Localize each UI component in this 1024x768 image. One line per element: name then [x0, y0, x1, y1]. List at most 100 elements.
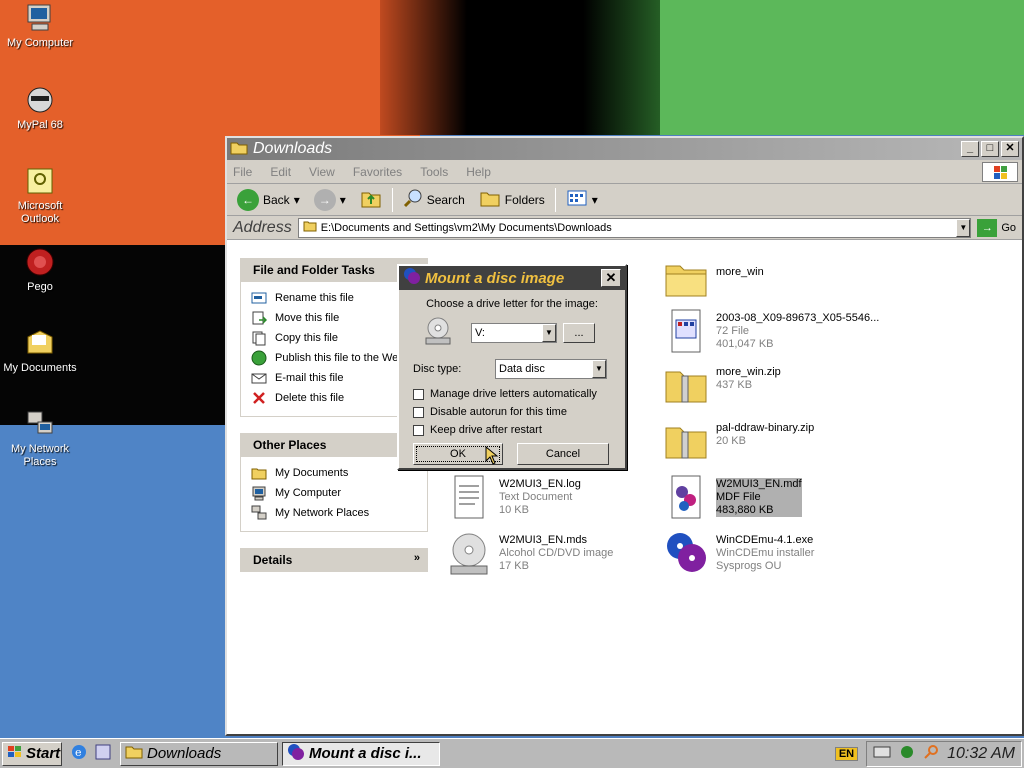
folder-icon	[230, 141, 248, 158]
back-label: Back	[263, 192, 290, 207]
start-label: Start	[26, 745, 61, 762]
menu-help[interactable]: Help	[466, 165, 491, 179]
address-field[interactable]: E:\Documents and Settings\vm2\My Documen…	[297, 217, 972, 238]
dialog-title: Mount a disc image	[425, 269, 565, 287]
file-size: 483,880 KB	[716, 504, 802, 517]
toolbar-separator	[554, 187, 556, 212]
chevron-down-icon: ▼	[592, 360, 606, 378]
menu-favorites[interactable]: Favorites	[353, 165, 402, 179]
go-button[interactable]: → Go	[977, 218, 1016, 237]
search-button[interactable]: Search	[399, 186, 469, 213]
raccoon-icon	[24, 84, 56, 116]
checkbox-box	[413, 388, 424, 400]
taskbar-item-mount-dialog[interactable]: Mount a disc i...	[282, 741, 440, 766]
menu-tools[interactable]: Tools	[420, 165, 448, 179]
start-button[interactable]: Start	[2, 741, 62, 766]
window-titlebar[interactable]: Downloads _ □ ✕	[227, 138, 1022, 160]
search-tray-icon[interactable]	[923, 744, 939, 763]
taskbar-item-downloads[interactable]: Downloads	[120, 741, 278, 766]
file-size: 20 KB	[716, 435, 746, 447]
copy-icon	[251, 330, 267, 346]
place-network-places[interactable]: My Network Places	[251, 503, 427, 523]
manage-drive-letters-checkbox[interactable]: Manage drive letters automatically	[413, 385, 611, 403]
file-name: more_win.zip	[716, 366, 781, 378]
forward-button[interactable]: → ▾	[310, 187, 350, 213]
desktop-icon-my-documents[interactable]: My Documents	[0, 327, 80, 375]
disc-type-value: Data disc	[499, 363, 545, 375]
wincdemu-icon	[403, 267, 421, 289]
file-item[interactable]: W2MUI3_EN.log Text Document 10 KB	[445, 474, 581, 522]
taskbar-item-label: Mount a disc i...	[309, 745, 422, 762]
menu-file[interactable]: File	[233, 165, 252, 179]
back-button[interactable]: ← Back ▾	[233, 187, 304, 213]
address-label: Address	[233, 218, 292, 236]
file-item[interactable]: 2003-08_X09-89673_X05-5546... 72 File 401,…	[662, 308, 879, 356]
wincdemu-installer-icon	[662, 530, 710, 578]
place-label: My Computer	[275, 487, 342, 499]
menu-bar: File Edit View Favorites Tools Help	[227, 160, 1022, 184]
toolbar-separator	[391, 187, 393, 212]
folder-icon	[125, 745, 143, 763]
maximize-button[interactable]: □	[981, 141, 999, 157]
file-item[interactable]: more_win.zip 437 KB	[662, 362, 781, 410]
desktop-icon-network-places[interactable]: My Network Places	[0, 408, 80, 469]
panel-title: Other Places	[253, 438, 327, 452]
folders-button[interactable]: Folders	[475, 186, 549, 213]
disc-type-select[interactable]: Data disc ▼	[495, 359, 607, 379]
desktop-icon-my-computer[interactable]: My Computer	[0, 2, 80, 50]
quick-launch-icon[interactable]	[94, 743, 112, 764]
file-item[interactable]: pal-ddraw-binary.zip 20 KB	[662, 418, 814, 466]
menu-edit[interactable]: Edit	[270, 165, 291, 179]
file-type: 72 File	[716, 325, 750, 337]
disable-autorun-checkbox[interactable]: Disable autorun for this time	[413, 403, 611, 421]
file-item-selected[interactable]: W2MUI3_EN.mdf MDF File 483,880 KB	[662, 474, 802, 522]
wallpaper-blue	[0, 425, 230, 738]
desktop-icon-mypal[interactable]: MyPal 68	[0, 84, 80, 132]
computer-icon	[251, 485, 267, 501]
outlook-icon	[24, 165, 56, 197]
file-item[interactable]: more_win	[662, 256, 764, 304]
desktop-icon-pego[interactable]: Pego	[0, 246, 80, 294]
keyboard-icon[interactable]	[873, 746, 891, 761]
cancel-button[interactable]: Cancel	[517, 443, 609, 465]
keep-drive-checkbox[interactable]: Keep drive after restart	[413, 421, 611, 439]
dialog-titlebar[interactable]: Mount a disc image ✕	[399, 266, 625, 290]
desktop-icon-label: My Computer	[6, 37, 74, 49]
drive-letter-select[interactable]: V: ▼	[471, 322, 557, 343]
wincdemu-tray-icon[interactable]	[899, 744, 915, 763]
expand-chevron-icon[interactable]: »	[414, 552, 420, 564]
desktop-icon-label: Microsoft Outlook	[17, 200, 63, 225]
pego-icon	[24, 246, 56, 278]
folder-up-icon	[360, 187, 382, 212]
chevron-down-icon: ▾	[293, 192, 300, 207]
file-size: 10 KB	[499, 504, 529, 516]
browse-button[interactable]: ...	[563, 322, 595, 343]
place-my-computer[interactable]: My Computer	[251, 483, 427, 503]
ie-icon[interactable]: e	[70, 743, 88, 764]
rename-icon	[251, 290, 267, 306]
desktop-icon-outlook[interactable]: Microsoft Outlook	[0, 165, 80, 226]
task-label: Delete this file	[275, 392, 345, 404]
task-label: Rename this file	[275, 292, 354, 304]
close-button[interactable]: ✕	[1001, 141, 1019, 157]
globe-icon	[251, 350, 267, 366]
toolbar: ← Back ▾ → ▾ Search Folders ▾	[227, 184, 1022, 216]
desktop-icon-label: My Network Places	[10, 443, 70, 468]
search-icon	[403, 188, 423, 211]
address-dropdown-button[interactable]: ▼	[956, 218, 971, 237]
back-arrow-icon: ←	[237, 188, 259, 211]
mouse-cursor-icon	[485, 445, 499, 469]
file-item[interactable]: WinCDEmu-4.1.exe WinCDEmu installer Syspro…	[662, 530, 814, 578]
menu-view[interactable]: View	[309, 165, 335, 179]
file-generic-icon	[662, 308, 710, 356]
views-button[interactable]: ▾	[562, 186, 602, 213]
taskbar-item-label: Downloads	[147, 745, 222, 762]
file-item[interactable]: W2MUI3_EN.mds Alcohol CD/DVD image 17 KB	[445, 530, 613, 578]
up-button[interactable]	[356, 185, 386, 214]
views-icon	[566, 188, 588, 211]
minimize-button[interactable]: _	[961, 141, 979, 157]
panel-header[interactable]: Details »	[240, 548, 428, 572]
language-indicator[interactable]: EN	[834, 746, 859, 761]
dialog-close-button[interactable]: ✕	[601, 269, 621, 287]
clock[interactable]: 10:32 AM	[947, 745, 1015, 763]
